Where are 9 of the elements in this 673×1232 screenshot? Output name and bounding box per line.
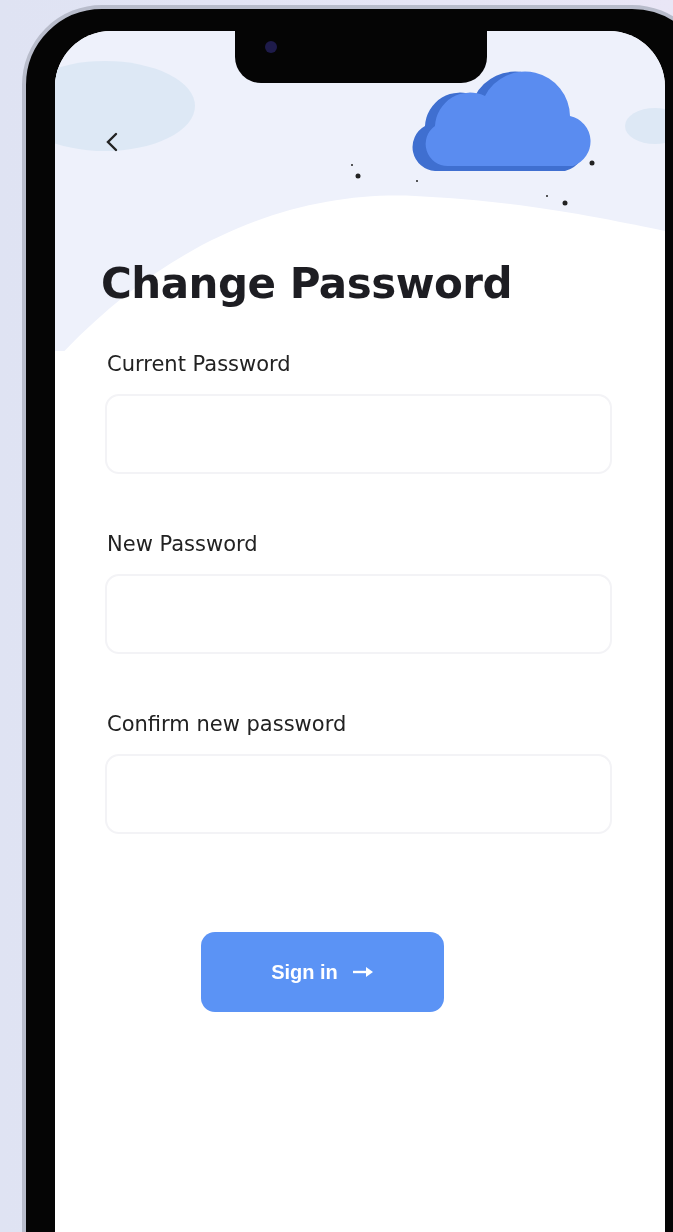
- camera-icon: [265, 41, 277, 53]
- back-button[interactable]: [105, 131, 119, 153]
- field-label: Current Password: [107, 352, 292, 376]
- field-label: New Password: [107, 532, 259, 556]
- arrow-right-icon: [351, 966, 374, 978]
- field-label: Confirm new password: [107, 712, 348, 736]
- back-chevron-icon: [105, 131, 119, 153]
- page-title: Change Password: [101, 259, 514, 308]
- sign-in-button[interactable]: Sign in: [201, 932, 444, 1012]
